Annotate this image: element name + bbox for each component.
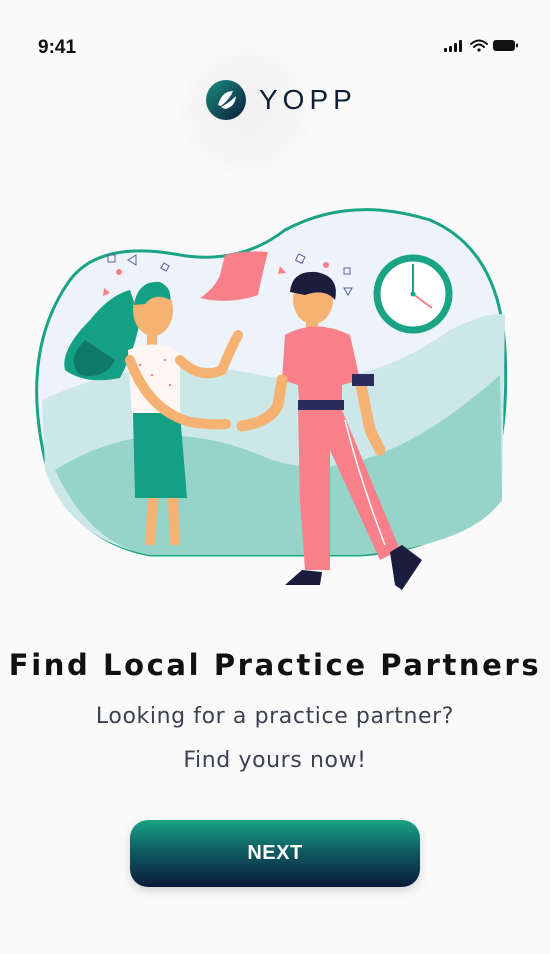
onboarding-subtitle-line2: Find yours now!	[183, 748, 367, 773]
signal-icon	[444, 40, 462, 52]
onboarding-title: Find Local Practice Partners	[8, 648, 542, 682]
next-button[interactable]: NEXT	[130, 820, 420, 887]
onboarding-subtitle-line1: Looking for a practice partner?	[95, 704, 455, 729]
battery-icon	[493, 40, 518, 51]
brand-logo: YOPP	[205, 79, 357, 121]
status-time: 9:41	[38, 37, 77, 58]
status-icons	[444, 39, 518, 52]
brand-name: YOPP	[259, 84, 357, 115]
wifi-icon	[470, 39, 488, 52]
clock-icon	[373, 254, 453, 334]
hero-illustration	[35, 208, 508, 590]
yopp-logo-icon	[206, 80, 246, 120]
